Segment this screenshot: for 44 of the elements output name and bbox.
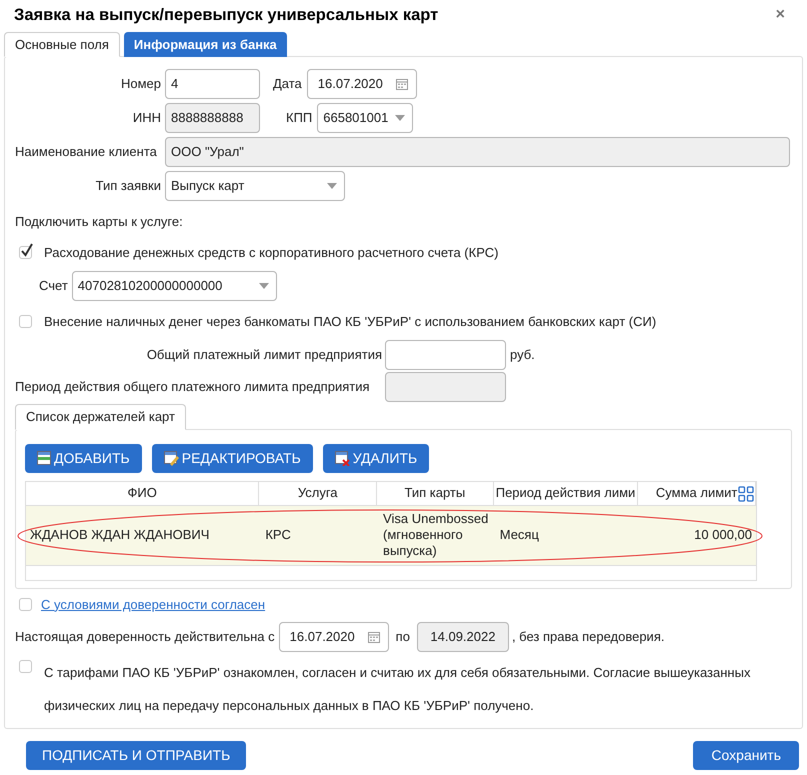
toolbar-button[interactable]: УДАЛИТЬ <box>322 444 430 472</box>
toolbar-button[interactable]: ДОБАВИТЬ <box>25 444 142 472</box>
tab[interactable]: Основные поля <box>4 32 120 57</box>
tab[interactable]: Список держателей карт <box>15 404 186 430</box>
tab[interactable]: Информация из банка <box>124 32 287 57</box>
table-cell-text: КРС <box>264 526 292 544</box>
tariffs-consent-text: С тарифами ПАО КБ 'УБРиР' ознакомлен, согласен и считаю их для себя обязательными. Согласие вышеуказанных физических лиц на передачу персональных данных в ПАО КБ 'УБРиР' получено. <box>44 664 752 715</box>
service-label: Внесение наличных денег через банкоматы ПАО КБ 'УБРиР' с использованием банковских карт (СИ) <box>44 313 656 331</box>
request-type-dropdown[interactable]: Выпуск карт <box>165 171 345 201</box>
column-header[interactable]: Период действия лими <box>494 482 638 504</box>
column-header[interactable]: Услуга <box>259 482 378 504</box>
kpp-dropdown[interactable]: 665801001 <box>317 103 414 133</box>
date-field[interactable]: 16.07.2020 <box>306 69 417 99</box>
valid-from-date-field[interactable]: 16.07.2020 <box>278 622 389 652</box>
column-header[interactable]: Тип карты <box>377 482 494 504</box>
toolbar-button[interactable]: РЕДАКТИРОВАТЬ <box>152 444 313 472</box>
field-label: КПП <box>286 109 312 128</box>
validity-text: Настоящая доверенность действительна с <box>15 628 275 646</box>
field-label: Дата <box>273 75 302 94</box>
section-heading: Подключить карты к услуге: <box>14 213 184 231</box>
action-button[interactable]: ПОДПИСАТЬ И ОТПРАВИТЬ <box>26 741 246 770</box>
field-label: Номер <box>120 75 162 94</box>
currency-label: руб. <box>510 346 535 364</box>
close-button[interactable]: × <box>776 7 785 23</box>
terms-link[interactable]: С условиями доверенности согласен <box>41 594 266 614</box>
table-cell-text: Visa Unembossed (мгновенного выпуска) <box>382 510 490 560</box>
field-label: Тип заявки <box>94 177 162 196</box>
number-field[interactable]: 4 <box>165 69 260 99</box>
column-header[interactable]: ФИО <box>26 482 260 504</box>
table-cell-text: 10 000,00 <box>693 526 753 544</box>
account-dropdown[interactable]: 40702810200000000000 <box>72 271 277 301</box>
field-label: Счет <box>39 277 68 296</box>
validity-text: , без права передоверия. <box>512 628 664 646</box>
column-header[interactable]: Сумма лимит <box>638 482 756 504</box>
action-button[interactable]: Сохранить <box>693 741 799 770</box>
window-title: Заявка на выпуск/перевыпуск универсальных карт <box>14 4 438 26</box>
table-cell-text: Месяц <box>498 526 540 544</box>
field-label: Общий платежный лимит предприятия <box>146 346 383 364</box>
field-label: ИНН <box>132 109 162 128</box>
field-label: Период действия общего платежного лимита предприятия <box>14 378 370 396</box>
table-cell-text: ЖДАНОВ ЖДАН ЖДАНОВИЧ <box>29 526 210 544</box>
field-label: Наименование клиента <box>14 143 158 162</box>
field-label: по <box>396 628 410 646</box>
service-label: Расходование денежных средств с корпоративного расчетного счета (КРС) <box>44 244 498 262</box>
